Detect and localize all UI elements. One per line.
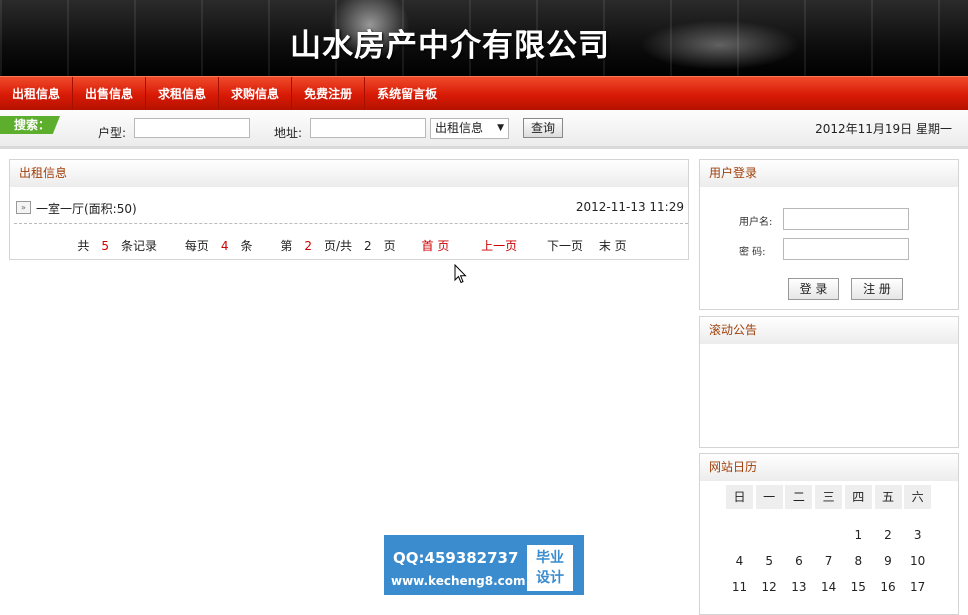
site-title: 山水房产中介有限公司 — [290, 28, 610, 64]
notice-panel-title: 滚动公告 — [700, 317, 958, 344]
watermark-url: www.kecheng8.com — [391, 574, 526, 588]
calendar-day[interactable]: 17 — [904, 576, 931, 598]
record-count: 共 5 条记录 — [71, 239, 163, 253]
next-page-link[interactable]: 下一页 — [547, 239, 583, 253]
last-page-link[interactable]: 末 页 — [599, 239, 627, 253]
nav-want-buy[interactable]: 求购信息 — [219, 77, 293, 110]
calendar-day[interactable]: 13 — [785, 576, 812, 598]
calendar-weekday: 四 — [844, 485, 872, 509]
current-page: 2 — [304, 239, 312, 253]
calendar-day[interactable]: 11 — [726, 576, 753, 598]
watermark-qq: QQ:459382737 — [393, 549, 519, 567]
calendar-panel: 网站日历 日一二三四五六 1 2 3 4 5 6 7 8 9 10 11 12 13 14 15 16 17 — [699, 453, 959, 615]
nav-guestbook[interactable]: 系统留言板 — [365, 77, 449, 110]
calendar-weekday: 三 — [815, 485, 843, 509]
category-select[interactable]: 出租信息 ▼ — [430, 118, 509, 139]
listing-title[interactable]: 一室一厅(面积:50) — [36, 200, 137, 217]
calendar-day[interactable]: 1 — [845, 524, 872, 546]
address-input[interactable] — [310, 118, 426, 138]
text: 条记录 — [120, 239, 157, 253]
calendar-day[interactable]: 4 — [726, 550, 753, 572]
calendar-day[interactable]: 15 — [845, 576, 872, 598]
nav-rent[interactable]: 出租信息 — [0, 77, 74, 110]
username-input[interactable] — [783, 208, 909, 230]
calendar-day — [785, 524, 812, 546]
nav-register[interactable]: 免费注册 — [292, 77, 366, 110]
register-button[interactable]: 注 册 — [851, 278, 903, 300]
calendar-day[interactable]: 9 — [875, 550, 902, 572]
calendar-day[interactable]: 5 — [756, 550, 783, 572]
text: 页/共 — [323, 239, 353, 253]
banner-light — [640, 20, 800, 70]
total-pages: 2 — [364, 239, 372, 253]
nav-want-rent[interactable]: 求租信息 — [146, 77, 220, 110]
calendar-weekday: 日 — [726, 485, 753, 509]
login-panel: 用户登录 用户名: 密 码: 登 录 注 册 — [699, 159, 959, 310]
nav-sale[interactable]: 出售信息 — [73, 77, 147, 110]
main-nav: 出租信息 出售信息 求租信息 求购信息 免费注册 系统留言板 — [0, 76, 968, 110]
calendar-day[interactable]: 10 — [904, 550, 931, 572]
calendar-panel-title: 网站日历 — [700, 454, 958, 481]
calendar-day[interactable]: 2 — [875, 524, 902, 546]
watermark-badge-line: 设计 — [536, 570, 564, 586]
listing-panel: 出租信息 » 一室一厅(面积:50) 2012-11-13 11:29 共 5 条记… — [9, 159, 689, 260]
login-button[interactable]: 登 录 — [788, 278, 839, 300]
calendar-day[interactable]: 12 — [756, 576, 783, 598]
calendar-weekday: 一 — [755, 485, 783, 509]
calendar-day — [726, 524, 753, 546]
calendar-day[interactable]: 14 — [815, 576, 842, 598]
per-page: 每页 4 条 — [179, 239, 259, 253]
text: 每页 — [184, 239, 209, 253]
text: 第 — [280, 239, 293, 253]
search-bar: 搜索： 户型: 地址: 出租信息 ▼ 查询 2012年11月19日 星期一 — [0, 110, 968, 149]
expand-icon: » — [16, 201, 31, 214]
login-panel-title: 用户登录 — [700, 160, 958, 187]
page-info: 第 2 页/共 2 页 — [274, 239, 401, 253]
watermark: QQ:459382737 www.kecheng8.com 毕业 设计 — [384, 535, 584, 595]
chevron-down-icon: ▼ — [497, 123, 504, 133]
pagination: 共 5 条记录 每页 4 条 第 2 页/共 2 页 首 页 上一页 下一页 末 页 — [10, 237, 688, 254]
query-button[interactable]: 查询 — [523, 118, 563, 138]
current-date: 2012年11月19日 星期一 — [815, 122, 952, 136]
calendar-day — [756, 524, 783, 546]
username-label: 用户名: — [739, 217, 773, 228]
first-page-link[interactable]: 首 页 — [422, 239, 450, 253]
total-count: 5 — [101, 239, 109, 253]
search-tag: 搜索： — [0, 116, 60, 134]
prev-page-link[interactable]: 上一页 — [481, 239, 517, 253]
text: 条 — [240, 239, 253, 253]
calendar-day — [815, 524, 842, 546]
calendar-day[interactable]: 8 — [845, 550, 872, 572]
calendar-weekday: 五 — [874, 485, 902, 509]
per-page-count: 4 — [220, 239, 229, 253]
password-input[interactable] — [783, 238, 909, 260]
calendar-day[interactable]: 7 — [815, 550, 842, 572]
address-label: 地址: — [274, 126, 303, 140]
password-label: 密 码: — [739, 247, 766, 258]
calendar-weekday: 六 — [904, 485, 932, 509]
listing-panel-title: 出租信息 — [10, 160, 688, 187]
category-select-value: 出租信息 — [435, 121, 484, 135]
calendar-day[interactable]: 16 — [875, 576, 902, 598]
listing-time: 2012-11-13 11:29 — [575, 200, 684, 214]
calendar-weekday: 二 — [785, 485, 813, 509]
watermark-badge-line: 毕业 — [536, 550, 564, 566]
site-banner: 山水房产中介有限公司 — [0, 0, 968, 76]
calendar-day[interactable]: 6 — [785, 550, 812, 572]
text: 共 — [77, 239, 90, 253]
text: 页 — [383, 239, 396, 253]
calendar-day[interactable]: 3 — [904, 524, 931, 546]
notice-panel: 滚动公告 — [699, 316, 959, 448]
mouse-cursor-icon — [454, 264, 467, 284]
type-input[interactable] — [134, 118, 250, 138]
divider — [14, 223, 688, 224]
watermark-badge: 毕业 设计 — [527, 545, 573, 591]
type-label: 户型: — [98, 126, 127, 140]
list-item[interactable]: » 一室一厅(面积:50) 2012-11-13 11:29 — [16, 200, 684, 218]
